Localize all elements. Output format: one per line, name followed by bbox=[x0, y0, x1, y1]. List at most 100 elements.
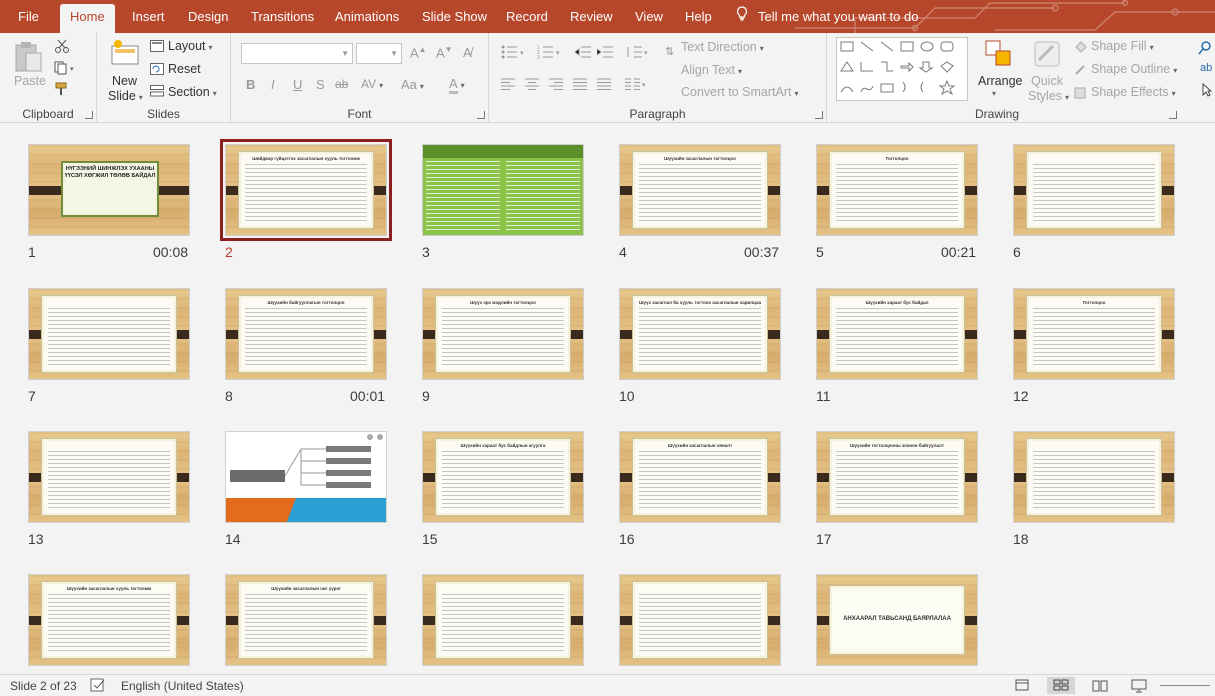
slide-thumbnail[interactable] bbox=[422, 574, 584, 666]
slide-show-button[interactable] bbox=[1125, 677, 1153, 694]
shape-outline-button[interactable]: Shape Outline ▾ bbox=[1091, 62, 1177, 76]
font-color-button[interactable]: A ▾ bbox=[449, 76, 465, 94]
underline-button[interactable]: U bbox=[293, 77, 302, 92]
slide-thumbnail[interactable]: Шүүхийн хараат бус байдлын агуулга bbox=[422, 431, 584, 523]
tab-review[interactable]: Review bbox=[560, 4, 623, 33]
slide-thumbnail[interactable]: Тогтолцоо bbox=[1013, 288, 1175, 380]
tab-home[interactable]: Home bbox=[60, 4, 115, 33]
slide-thumbnail[interactable]: Шүүх эрх мэдлийн тогтолцоо bbox=[422, 288, 584, 380]
arrange-button[interactable]: Arrange bbox=[978, 74, 1022, 88]
columns-icon[interactable]: ▾ bbox=[625, 78, 649, 93]
clear-formatting-icon[interactable]: A̸ bbox=[463, 45, 472, 60]
new-slide-icon[interactable] bbox=[109, 38, 141, 71]
layout-button[interactable]: Layout ▾ bbox=[168, 39, 213, 53]
shape-effects-button[interactable]: Shape Effects ▾ bbox=[1091, 85, 1176, 99]
find-icon[interactable] bbox=[1198, 41, 1212, 58]
slide-thumbnail[interactable]: АНХААРАЛ ТАВЬСАНД БАЯРЛАЛАА bbox=[816, 574, 978, 666]
slide-thumbnail[interactable]: Шүүхийн засаглалын чиг үүрэг bbox=[225, 574, 387, 666]
format-painter-icon[interactable] bbox=[54, 82, 70, 99]
shape-fill-button[interactable]: Shape Fill ▾ bbox=[1091, 39, 1154, 53]
clipboard-launcher-icon[interactable] bbox=[85, 111, 93, 119]
tab-design[interactable]: Design bbox=[178, 4, 238, 33]
align-right-icon[interactable] bbox=[549, 78, 563, 93]
shadow-button[interactable]: S bbox=[316, 77, 325, 92]
tell-me-search[interactable]: Tell me what you want to do bbox=[736, 4, 918, 29]
character-spacing-button[interactable]: AV ▾ bbox=[361, 77, 383, 91]
font-size-combo[interactable]: ▼ bbox=[356, 43, 402, 64]
slide-thumbnail[interactable]: Шүүхийн хараат бус байдал bbox=[816, 288, 978, 380]
align-center-icon[interactable] bbox=[525, 78, 539, 93]
slide-thumbnail[interactable] bbox=[1013, 144, 1175, 236]
paste-icon[interactable] bbox=[13, 40, 43, 77]
increase-indent-icon[interactable] bbox=[596, 45, 613, 62]
slide-sorter-view-button[interactable] bbox=[1047, 677, 1075, 694]
slide-thumbnail[interactable] bbox=[1013, 431, 1175, 523]
font-launcher-icon[interactable] bbox=[477, 111, 485, 119]
copy-icon[interactable]: ▾ bbox=[54, 61, 78, 78]
bullets-icon[interactable]: ▾ bbox=[501, 45, 527, 62]
shapes-gallery[interactable] bbox=[836, 37, 968, 101]
slide-thumbnail[interactable] bbox=[28, 288, 190, 380]
convert-to-smartart-button[interactable]: Convert to SmartArt ▾ bbox=[681, 85, 798, 99]
zoom-slider[interactable] bbox=[1160, 685, 1210, 686]
slide-thumbnail[interactable]: Шүүхийн засаглалын тогтолцоо bbox=[619, 144, 781, 236]
tab-file[interactable]: File bbox=[8, 4, 49, 33]
slide-thumbnail[interactable] bbox=[619, 574, 781, 666]
slide-thumbnail[interactable] bbox=[28, 431, 190, 523]
drawing-launcher-icon[interactable] bbox=[1169, 111, 1177, 119]
slide-title: Шүүх эрх мэдлийн тогтолцоо bbox=[470, 300, 536, 305]
slide-thumbnail[interactable]: Шүүх засаглал ба хууль тогтоох засаглалы… bbox=[619, 288, 781, 380]
font-name-combo[interactable]: ▼ bbox=[241, 43, 353, 64]
tab-help[interactable]: Help bbox=[675, 4, 722, 33]
align-text-button[interactable]: Align Text ▾ bbox=[681, 63, 742, 77]
paste-button-label[interactable]: Paste bbox=[14, 74, 46, 88]
tab-insert[interactable]: Insert bbox=[122, 4, 175, 33]
language-status[interactable]: English (United States) bbox=[121, 679, 244, 693]
slide-title: Шийдвэр гүйцэтгэх засаглалын хууль тогто… bbox=[252, 156, 360, 161]
cut-icon[interactable] bbox=[54, 39, 70, 56]
slide-thumbnail[interactable] bbox=[422, 144, 584, 236]
line-spacing-icon[interactable]: ▾ bbox=[626, 45, 650, 62]
tab-record[interactable]: Record bbox=[496, 4, 558, 33]
decrease-indent-icon[interactable] bbox=[574, 45, 591, 62]
quick-styles-label-1[interactable]: Quick bbox=[1031, 74, 1063, 88]
section-icon bbox=[150, 85, 164, 100]
ribbon-tab-bar: File Home Insert Design Transitions Animation… bbox=[0, 0, 1215, 33]
increase-font-size-icon[interactable]: A▲ bbox=[410, 45, 427, 60]
slide-number: 7 bbox=[28, 388, 36, 404]
section-button[interactable]: Section ▾ bbox=[168, 85, 217, 99]
paragraph-launcher-icon[interactable] bbox=[815, 111, 823, 119]
new-slide-label-2[interactable]: Slide ▾ bbox=[108, 89, 143, 103]
justify-icon[interactable] bbox=[573, 78, 587, 93]
spelling-check-icon[interactable] bbox=[90, 678, 106, 695]
distributed-icon[interactable] bbox=[597, 78, 611, 93]
decrease-font-size-icon[interactable]: A▼ bbox=[436, 45, 453, 60]
reset-button[interactable]: Reset bbox=[168, 62, 201, 76]
text-direction-icon: ⇅ bbox=[664, 43, 678, 62]
tab-view[interactable]: View bbox=[625, 4, 673, 33]
slide-thumbnail[interactable]: Шүүхийн засаглалын хууль тогтоомж bbox=[28, 574, 190, 666]
slide-thumbnail[interactable]: Тогтолцоо bbox=[816, 144, 978, 236]
italic-button[interactable]: I bbox=[271, 77, 275, 92]
quick-styles-label-2[interactable]: Styles ▾ bbox=[1028, 89, 1069, 103]
slide-thumbnail[interactable] bbox=[225, 431, 387, 523]
new-slide-label-1[interactable]: New bbox=[112, 74, 137, 88]
bold-button[interactable]: B bbox=[246, 77, 255, 92]
select-icon[interactable] bbox=[1202, 82, 1213, 100]
slide-thumbnail[interactable]: НҮГЭЭНИЙ ШИНЖЛЭХ УХААНЫ ҮҮСЭЛ ХӨГЖИЛ ТӨЛ… bbox=[28, 144, 190, 236]
slide-thumbnail[interactable]: Шүүхийн тогтолцооны зохион байгуулалт bbox=[816, 431, 978, 523]
reading-view-button[interactable] bbox=[1086, 677, 1114, 694]
strikethrough-button[interactable]: ab bbox=[335, 77, 348, 91]
tab-slide-show[interactable]: Slide Show bbox=[412, 4, 497, 33]
tab-animations[interactable]: Animations bbox=[325, 4, 409, 33]
slide-thumbnail[interactable]: Шийдвэр гүйцэтгэх засаглалын хууль тогто… bbox=[220, 139, 392, 241]
slide-thumbnail[interactable]: Шүүхийн байгууллагын тогтолцоо bbox=[225, 288, 387, 380]
numbering-icon[interactable]: 1 2 3 ▾ bbox=[537, 45, 563, 62]
normal-view-button[interactable] bbox=[1008, 677, 1036, 694]
replace-icon[interactable]: ab bbox=[1200, 62, 1212, 74]
change-case-button[interactable]: Aa ▾ bbox=[401, 77, 424, 92]
align-left-icon[interactable] bbox=[501, 78, 515, 93]
text-direction-button[interactable]: Text Direction ▾ bbox=[681, 40, 764, 54]
slide-thumbnail[interactable]: Шүүхийн засаглалын хяналт bbox=[619, 431, 781, 523]
tab-transitions[interactable]: Transitions bbox=[241, 4, 324, 33]
